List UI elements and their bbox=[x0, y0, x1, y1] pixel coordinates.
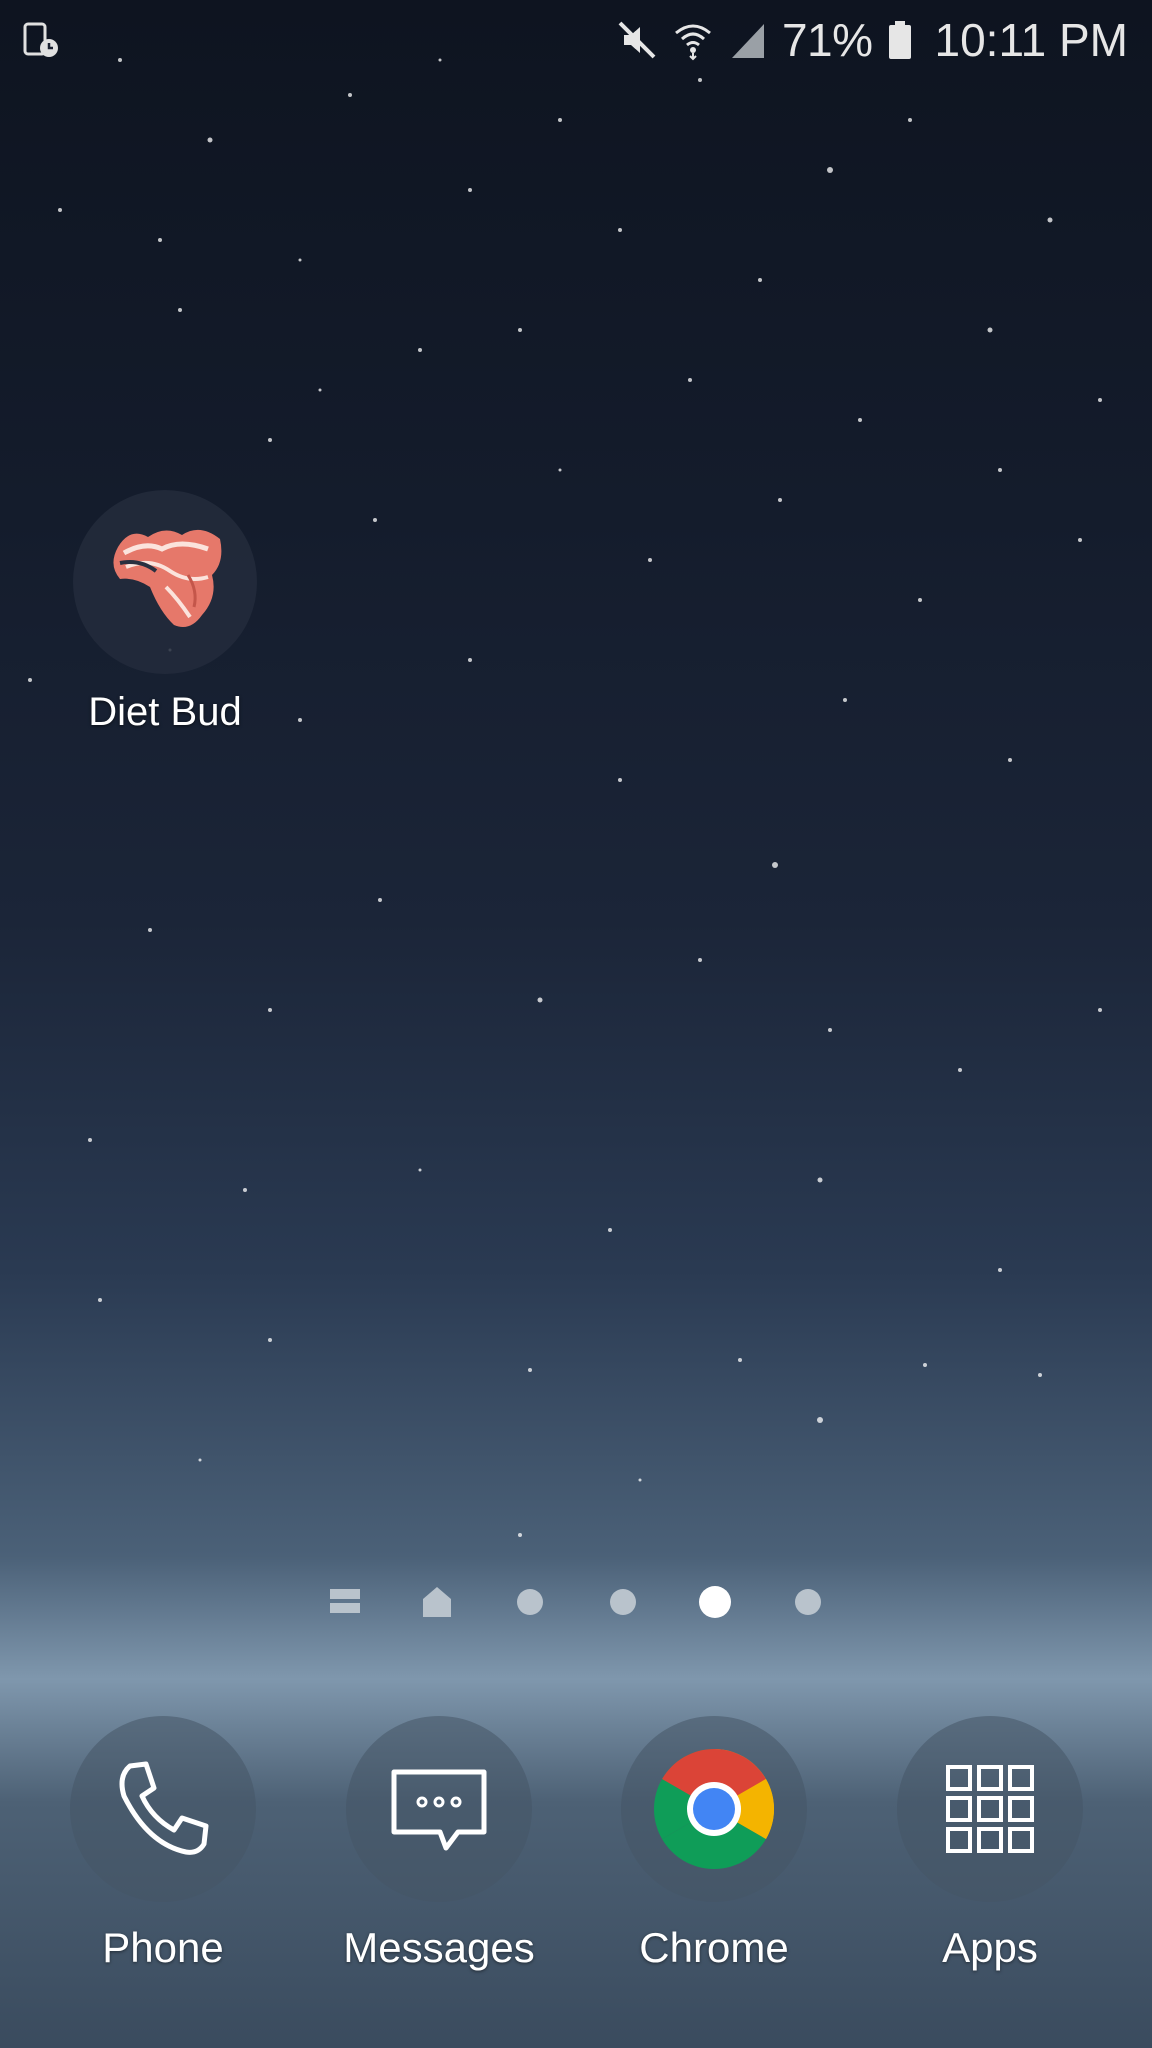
dock-label-chrome: Chrome bbox=[639, 1924, 789, 1971]
screen-timer-icon bbox=[23, 22, 58, 57]
signal-icon bbox=[731, 24, 764, 58]
dock-icon-background bbox=[897, 1716, 1083, 1902]
chrome-icon bbox=[654, 1749, 774, 1869]
battery-percent: 71% bbox=[781, 14, 873, 66]
dock: Phone Messages Chrome Apps bbox=[0, 1716, 1152, 1976]
dock-chrome[interactable]: Chrome bbox=[584, 1716, 844, 1972]
dock-label-apps: Apps bbox=[942, 1924, 1038, 1971]
dock-icon-background bbox=[621, 1716, 807, 1902]
clock: 10:11 PM bbox=[934, 14, 1128, 66]
menu-icon[interactable] bbox=[328, 1585, 362, 1619]
page-dot[interactable] bbox=[513, 1585, 547, 1619]
dock-label-messages: Messages bbox=[343, 1924, 535, 1971]
dock-phone[interactable]: Phone bbox=[33, 1716, 293, 1972]
page-indicator[interactable] bbox=[0, 1585, 1152, 1635]
dock-apps[interactable]: Apps bbox=[860, 1716, 1120, 1972]
battery-icon bbox=[888, 21, 911, 59]
messages-icon bbox=[391, 1769, 487, 1851]
app-label-diet-bud: Diet Bud bbox=[88, 690, 242, 734]
phone-icon bbox=[119, 1761, 209, 1855]
page-dot-active[interactable] bbox=[697, 1585, 733, 1621]
apps-grid-icon bbox=[946, 1765, 1034, 1853]
page-dot[interactable] bbox=[606, 1585, 640, 1619]
dock-icon-background bbox=[70, 1716, 256, 1902]
bacon-icon bbox=[113, 529, 222, 628]
page-dot[interactable] bbox=[791, 1585, 825, 1619]
dock-label-phone: Phone bbox=[102, 1924, 224, 1971]
wifi-icon bbox=[674, 24, 711, 61]
app-icon-background bbox=[73, 490, 257, 674]
dock-icon-background bbox=[346, 1716, 532, 1902]
home-icon[interactable] bbox=[420, 1585, 454, 1619]
mute-icon bbox=[618, 21, 656, 59]
status-bar: 71% 10:11 PM bbox=[0, 0, 1152, 80]
app-diet-bud[interactable]: Diet Bud bbox=[60, 490, 270, 735]
dock-messages[interactable]: Messages bbox=[309, 1716, 569, 1972]
